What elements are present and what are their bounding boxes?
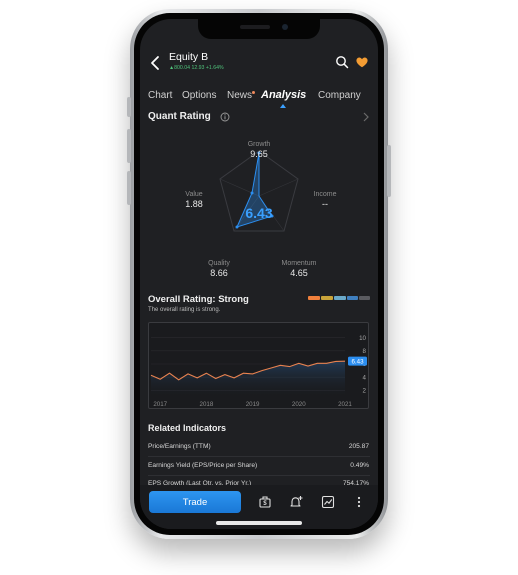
- info-icon[interactable]: [220, 112, 230, 122]
- news-notification-dot: [252, 91, 255, 94]
- quant-rating-title: Quant Rating: [148, 111, 211, 122]
- back-arrow-icon[interactable]: [148, 54, 164, 72]
- heart-icon[interactable]: [355, 55, 369, 69]
- ticker-title: Equity B: [169, 51, 209, 63]
- silent-switch: [127, 97, 131, 117]
- trade-button[interactable]: Trade: [149, 491, 241, 513]
- radar-value-growth: 9.65: [250, 149, 268, 159]
- active-tab-indicator: [280, 104, 286, 108]
- row-divider: [148, 456, 370, 457]
- chart-icon[interactable]: [321, 495, 335, 509]
- more-vertical-icon[interactable]: [352, 495, 366, 509]
- rating-scale-segment: [359, 296, 370, 300]
- y-tick-label: 10: [359, 335, 366, 342]
- radar-value-value: 1.88: [185, 199, 203, 209]
- chevron-right-icon[interactable]: [362, 112, 370, 122]
- tab-news[interactable]: News: [227, 90, 252, 101]
- radar-label-quality: Quality: [208, 260, 230, 267]
- x-tick-label: 2019: [246, 401, 260, 408]
- search-icon[interactable]: [335, 55, 349, 69]
- phone-frame: Equity B ▲800.04 12.93 +1.64% Chart Opti…: [127, 9, 391, 539]
- rating-scale-segment: [321, 296, 333, 300]
- rating-history-svg: 20172018201920202021 246810 6.43: [150, 335, 367, 408]
- overall-rating-subtitle: The overall rating is strong.: [148, 307, 221, 313]
- volume-down-button: [127, 171, 131, 205]
- tab-bar: Chart Options News Analysis Company: [140, 89, 378, 110]
- radar-point-quality: [235, 225, 239, 229]
- volume-up-button: [127, 129, 131, 163]
- current-value-label: 6.43: [351, 358, 364, 365]
- indicator-label-earnings-yield: Earnings Yield (EPS/Price per Share): [148, 462, 258, 469]
- rating-scale-segment: [334, 296, 346, 300]
- rating-scale-segment: [347, 296, 358, 300]
- indicator-label-pe: Price/Earnings (TTM): [148, 443, 211, 450]
- add-alert-icon[interactable]: [289, 495, 303, 509]
- dollar-tray-icon[interactable]: [258, 495, 272, 509]
- rating-scale-segment: [308, 296, 320, 300]
- y-tick-label: 8: [363, 348, 367, 355]
- tab-chart[interactable]: Chart: [148, 90, 172, 101]
- power-button: [387, 145, 391, 197]
- x-tick-label: 2021: [338, 401, 352, 408]
- radar-label-value: Value: [185, 191, 202, 198]
- rating-history-chart[interactable]: 20172018201920202021 246810 6.43: [148, 322, 369, 409]
- header: Equity B ▲800.04 12.93 +1.64%: [140, 49, 378, 79]
- radar-point-value: [250, 191, 254, 195]
- speaker: [240, 25, 270, 29]
- radar-value-quality: 8.66: [210, 268, 228, 278]
- indicator-value-pe: 205.87: [348, 443, 369, 450]
- x-tick-label: 2017: [153, 401, 167, 408]
- front-camera: [282, 24, 288, 30]
- y-tick-label: 2: [363, 388, 367, 395]
- quant-score: 6.43: [245, 205, 272, 221]
- radar-label-income: Income: [314, 191, 337, 198]
- related-indicators-title: Related Indicators: [148, 423, 227, 433]
- indicator-value-earnings-yield: 0.49%: [350, 462, 369, 469]
- app-screen: Equity B ▲800.04 12.93 +1.64% Chart Opti…: [140, 19, 378, 529]
- ticker-quote: ▲800.04 12.93 +1.64%: [169, 65, 224, 71]
- tab-analysis[interactable]: Analysis: [261, 89, 306, 101]
- radar-value-momentum: 4.65: [290, 268, 308, 278]
- phone-body: Equity B ▲800.04 12.93 +1.64% Chart Opti…: [134, 13, 384, 535]
- home-indicator: [216, 521, 302, 525]
- row-divider: [148, 475, 370, 476]
- tab-options[interactable]: Options: [182, 90, 216, 101]
- tab-company[interactable]: Company: [318, 90, 361, 101]
- radar-label-growth: Growth: [248, 141, 271, 148]
- y-tick-label: 4: [363, 374, 367, 381]
- radar-value-income: --: [322, 199, 328, 209]
- radar-label-momentum: Momentum: [281, 260, 316, 267]
- overall-rating-title: Overall Rating: Strong: [148, 294, 249, 305]
- x-tick-label: 2020: [292, 401, 306, 408]
- notch: [198, 19, 320, 39]
- x-tick-label: 2018: [200, 401, 214, 408]
- radar-chart: Growth 9.65 Income -- Value 1.88 Quality…: [185, 141, 337, 278]
